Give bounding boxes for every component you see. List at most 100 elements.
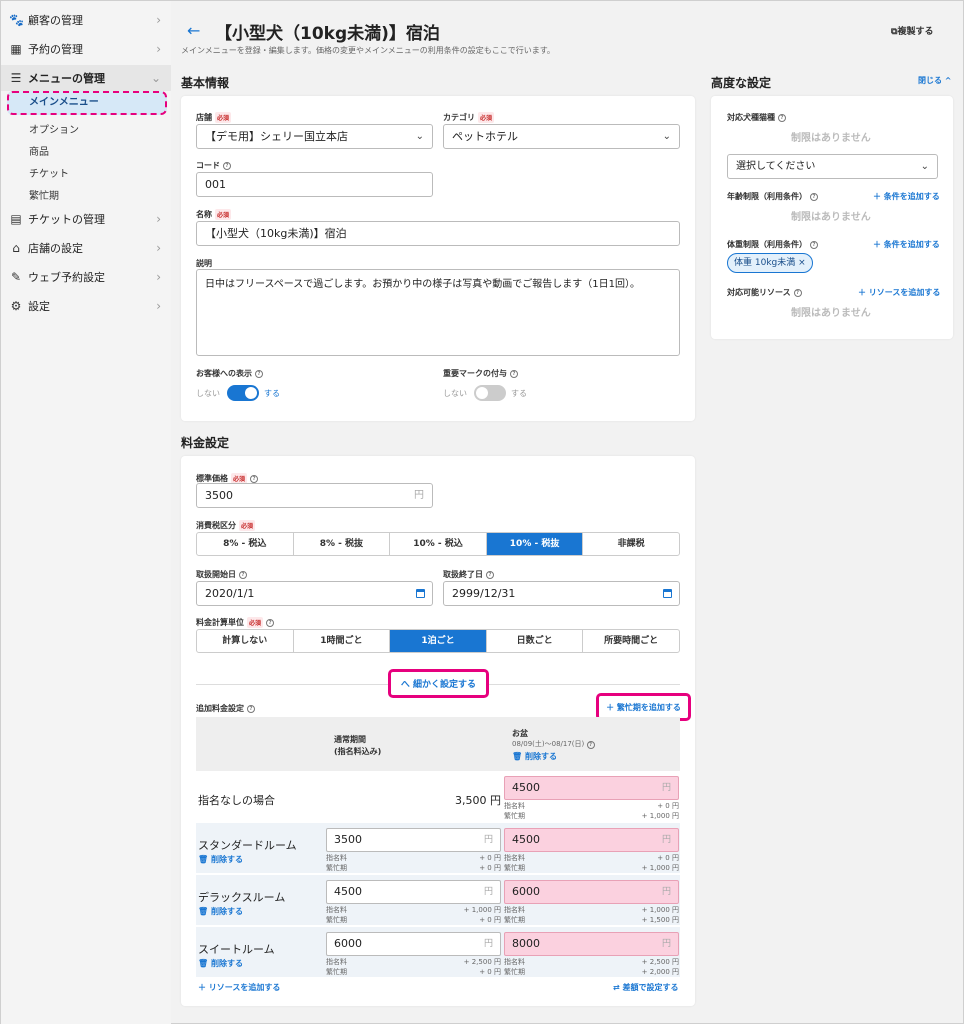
busy-note: 繁忙期	[326, 864, 347, 872]
age-add-condition-button[interactable]: ＋ 条件を追加する	[873, 191, 940, 202]
nav-sub-ticket[interactable]: チケット	[29, 165, 69, 180]
close-advanced-button[interactable]: 閉じる ^	[918, 75, 952, 86]
help-icon: ?	[266, 618, 275, 627]
copy-button[interactable]: ⧉複製する	[891, 24, 933, 37]
busy-price-input[interactable]: 4500 円	[504, 828, 679, 852]
diff-setting-button[interactable]: ⇄ 差額で設定する	[613, 982, 679, 993]
list-icon: ☰	[10, 71, 22, 85]
display-toggle[interactable]	[227, 385, 259, 401]
nav-settings[interactable]: ⚙ 設定 ›	[1, 293, 171, 319]
age-label: 年齢制限（利用条件）?	[727, 191, 818, 202]
normal-price-input[interactable]: 6000 円	[326, 932, 501, 956]
standard-price-input[interactable]: 3500 円	[196, 483, 433, 508]
normal-price-input[interactable]: 4500 円	[326, 880, 501, 904]
breed-label: 対応犬種猫種?	[727, 112, 786, 123]
row-label: スタンダードルーム	[198, 839, 297, 852]
chevron-down-icon: ⌄	[662, 131, 671, 142]
nominal-note: 指名料	[504, 906, 525, 914]
category-select[interactable]: ペットホテル ⌄	[443, 124, 680, 149]
help-icon: ?	[247, 704, 255, 713]
nav-label: チケットの管理	[28, 213, 105, 226]
unit-option[interactable]: 1時間ごと	[292, 630, 390, 652]
busy-note: 繁忙期	[504, 968, 525, 976]
start-date-input[interactable]: 2020/1/1	[196, 581, 433, 606]
breed-select[interactable]: 選択してください ⌄	[727, 154, 938, 179]
delete-row-button[interactable]: 🗑 削除する	[198, 958, 243, 969]
back-arrow-icon[interactable]: ←	[187, 21, 200, 40]
unit-option-selected[interactable]: 1泊ごと	[389, 630, 486, 652]
store-select[interactable]: 【デモ用】シェリー国立本店 ⌄	[196, 124, 433, 149]
important-toggle[interactable]	[474, 385, 506, 401]
tax-label: 消費税区分 必須	[196, 520, 256, 531]
busy-note: 繁忙期	[504, 812, 525, 820]
section-pricing-title: 料金設定	[181, 436, 230, 450]
weight-label: 体重制限（利用条件）?	[727, 239, 818, 250]
calc-unit-label: 料金計算単位 必須?	[196, 617, 275, 628]
app-window: 🐾 顧客の管理 › ▦ 予約の管理 › ☰ メニューの管理 ⌄ メインメニュー オプション …	[0, 0, 964, 1024]
nav-label: ウェブ予約設定	[28, 271, 105, 284]
description-textarea[interactable]: 日中はフリースペースで過ごします。お預かり中の様子は写真や動画でご報告します（1…	[196, 269, 680, 356]
name-input[interactable]: 【小型犬（10kg未満)】宿泊	[196, 221, 680, 246]
nav-sub-product[interactable]: 商品	[29, 143, 49, 158]
code-input[interactable]: 001	[196, 172, 433, 197]
tax-option[interactable]: 非課税	[582, 533, 679, 555]
tax-option[interactable]: 10% - 税込	[389, 533, 486, 555]
chevron-right-icon: ›	[156, 212, 161, 226]
end-date-input[interactable]: 2999/12/31	[443, 581, 680, 606]
nav-sub-busy[interactable]: 繁忙期	[29, 187, 59, 202]
help-icon: ?	[778, 113, 786, 122]
chevron-down-icon: ⌄	[150, 71, 161, 85]
nominal-note: 指名料	[504, 958, 525, 966]
nav-web[interactable]: ✎ ウェブ予約設定 ›	[1, 264, 171, 290]
tax-option-selected[interactable]: 10% - 税抜	[485, 533, 583, 555]
busy-fee: + 2,000 円	[641, 968, 679, 976]
add-available-resource-button[interactable]: ＋ リソースを追加する	[858, 287, 940, 298]
paw-icon: 🐾	[9, 13, 24, 27]
busy-price-input[interactable]: 4500 円	[504, 776, 679, 800]
unit-option[interactable]: 日数ごと	[485, 630, 583, 652]
nav-label: 顧客の管理	[28, 14, 83, 27]
nav-sub-option[interactable]: オプション	[29, 121, 79, 136]
normal-price-input[interactable]: 3500 円	[326, 828, 501, 852]
nominal-fee: + 0 円	[479, 854, 501, 862]
nominal-fee: + 1,000 円	[641, 906, 679, 914]
nav-tickets[interactable]: ▤ チケットの管理 ›	[1, 206, 171, 232]
chevron-down-icon: ⌄	[415, 131, 424, 142]
unit-option[interactable]: 所要時間ごと	[582, 630, 679, 652]
nav-reservations[interactable]: ▦ 予約の管理 ›	[1, 36, 171, 62]
nav-store[interactable]: ⌂ 店舗の設定 ›	[1, 235, 171, 261]
weight-chip[interactable]: 体重 10kg未満 ×	[727, 253, 813, 273]
busy-note: 繁忙期	[326, 968, 347, 976]
nominal-fee: + 0 円	[657, 854, 679, 862]
help-icon: ?	[793, 288, 802, 297]
nominal-note: 指名料	[326, 958, 347, 966]
breed-no-limit: 制限はありません	[791, 133, 871, 144]
chevron-right-icon: ›	[156, 13, 161, 27]
add-resource-button[interactable]: ＋ リソースを追加する	[198, 982, 280, 993]
display-on-label: する	[264, 389, 280, 398]
delete-row-button[interactable]: 🗑 削除する	[198, 854, 243, 865]
tax-option[interactable]: 8% - 税込	[197, 533, 293, 555]
tax-option[interactable]: 8% - 税抜	[292, 533, 390, 555]
display-label: お客様への表示?	[196, 368, 263, 379]
help-icon: ?	[486, 570, 494, 579]
unit-option[interactable]: 計算しない	[197, 630, 293, 652]
col-obon-range: 08/09(土)～08/17(日) ?	[512, 739, 595, 749]
busy-price-input[interactable]: 8000 円	[504, 932, 679, 956]
chevron-down-icon: ⌄	[920, 161, 929, 172]
nav-sub-main-menu[interactable]: メインメニュー	[7, 91, 167, 115]
important-label: 重要マークの付与?	[443, 368, 518, 379]
ticket-icon: ▤	[10, 212, 22, 226]
delete-row-button[interactable]: 🗑 削除する	[198, 906, 243, 917]
trash-icon: 🗑	[512, 752, 523, 761]
help-icon: ?	[586, 741, 595, 749]
detail-settings-button[interactable]: へ 細かく設定する	[388, 669, 489, 698]
weight-add-condition-button[interactable]: ＋ 条件を追加する	[873, 239, 940, 250]
nav-menu[interactable]: ☰ メニューの管理 ⌄	[1, 65, 171, 91]
help-icon: ?	[510, 369, 518, 378]
page-description: メインメニューを登録・編集します。価格の変更やメインメニューの利用条件の設定もこ…	[181, 46, 555, 55]
nav-customers[interactable]: 🐾 顧客の管理 ›	[1, 7, 171, 33]
busy-price-input[interactable]: 6000 円	[504, 880, 679, 904]
important-on-label: する	[511, 389, 527, 398]
delete-column-button[interactable]: 🗑 削除する	[512, 751, 557, 762]
